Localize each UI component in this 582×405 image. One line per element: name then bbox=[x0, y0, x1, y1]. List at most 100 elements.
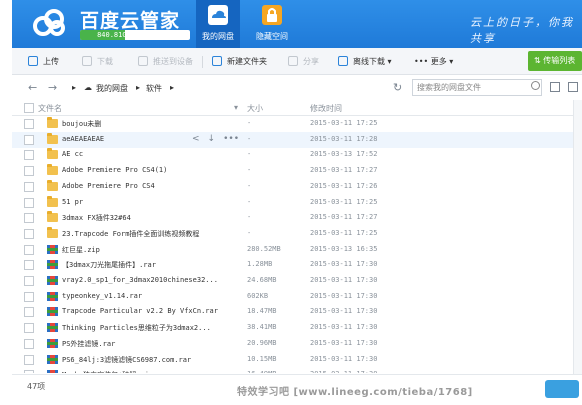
file-row[interactable]: PS6_84lj:3滤镜滤镜CS6987.com.rar 10.15MB 2015-… bbox=[12, 352, 582, 368]
row-checkbox[interactable] bbox=[24, 213, 34, 224]
refresh-icon[interactable]: ↻ bbox=[393, 81, 402, 94]
file-row[interactable]: 红巨星.zip 280.52MB 2015-03-13 16:35 bbox=[12, 242, 582, 258]
file-row[interactable]: AE cc - 2015-03-13 17:52 bbox=[12, 147, 582, 163]
share-icon[interactable]: < bbox=[192, 134, 200, 144]
file-size: 16.49MB bbox=[247, 370, 307, 373]
breadcrumb-chevron-icon: ▸ bbox=[72, 83, 77, 92]
row-checkbox[interactable] bbox=[24, 370, 34, 373]
scrollbar-track[interactable] bbox=[573, 100, 582, 374]
file-row[interactable]: aeAEAEAEAE -2015-03-11 17:28 < ↓ ••• bbox=[12, 131, 582, 148]
search-input[interactable]: 搜索我的网盘文件 bbox=[412, 79, 542, 96]
file-size: - bbox=[247, 197, 252, 206]
app-title: 百度云管家 bbox=[80, 10, 181, 32]
download-icon bbox=[82, 56, 92, 66]
new-folder-button[interactable]: 新建文件夹 bbox=[212, 54, 267, 70]
more-dots-icon[interactable]: ••• bbox=[223, 134, 239, 144]
file-name[interactable]: Thinking Particles思维粒子为3dmax2... bbox=[62, 323, 237, 333]
forward-arrow-icon[interactable]: → bbox=[48, 81, 57, 94]
file-row[interactable]: 3dmax FX插件32#64 - 2015-03-11 17:27 bbox=[12, 210, 582, 226]
row-checkbox[interactable] bbox=[24, 354, 34, 365]
offline-download-button[interactable]: 离线下载 ▾ bbox=[338, 54, 392, 70]
file-name[interactable]: boujou未删 bbox=[62, 119, 237, 129]
row-checkbox[interactable] bbox=[24, 150, 34, 161]
row-checkbox[interactable] bbox=[24, 323, 34, 334]
file-name[interactable]: typeonkey_v1.14.rar bbox=[62, 292, 237, 300]
file-name[interactable]: AE cc bbox=[62, 150, 237, 158]
file-row[interactable]: Thinking Particles思维粒子为3dmax2... 38.41MB 2… bbox=[12, 320, 582, 336]
row-checkbox[interactable] bbox=[24, 166, 34, 177]
archive-icon bbox=[47, 338, 58, 348]
column-name[interactable]: 文件名 bbox=[38, 103, 62, 114]
file-name[interactable]: vray2.0_sp1_for_3dmax2010chinese32... bbox=[62, 276, 237, 284]
file-date: 2015-03-11 17:30 bbox=[310, 338, 378, 347]
row-checkbox[interactable] bbox=[24, 276, 34, 286]
upload-button[interactable]: 上传 bbox=[28, 54, 59, 70]
file-date: 2015-03-11 17:30 bbox=[310, 307, 378, 316]
file-size: 18.47MB bbox=[247, 307, 277, 316]
row-checkbox[interactable] bbox=[24, 307, 34, 318]
tab-hidden-space[interactable]: 隐藏空间 bbox=[250, 0, 294, 48]
column-size[interactable]: 大小 bbox=[247, 103, 263, 114]
file-name[interactable]: 3dmax FX插件32#64 bbox=[62, 213, 237, 223]
quota-bar: 840.81GB/2056.00GB bbox=[80, 30, 190, 40]
tab-my-drive[interactable]: 我的网盘 bbox=[196, 0, 240, 48]
home-icon[interactable]: ☁ bbox=[84, 83, 92, 92]
breadcrumb-my-drive[interactable]: 我的网盘 bbox=[96, 83, 128, 94]
download-icon[interactable]: ↓ bbox=[208, 134, 216, 144]
file-name[interactable]: 【3dmax刀光拖尾插件】.rar bbox=[62, 260, 237, 270]
watermark-badge bbox=[545, 380, 579, 398]
row-checkbox[interactable] bbox=[24, 260, 34, 271]
more-button[interactable]: ••• 更多 ▾ bbox=[414, 54, 453, 70]
file-row[interactable]: 【3dmax刀光拖尾插件】.rar 1.28MB 2015-03-11 17:30 bbox=[12, 257, 582, 273]
row-checkbox[interactable] bbox=[24, 244, 34, 255]
file-row[interactable]: Trapcode Particular v2.2 By VfxCn.rar 18.… bbox=[12, 304, 582, 320]
file-name[interactable]: 51 pr bbox=[62, 198, 237, 206]
file-name[interactable]: Adobe Premiere Pro CS4(1) bbox=[62, 166, 237, 174]
file-row[interactable]: Adobe Premiere Pro CS4 - 2015-03-11 17:26 bbox=[12, 179, 582, 195]
column-date[interactable]: 修改时间 bbox=[310, 103, 342, 114]
file-row[interactable]: typeonkey_v1.14.rar 602KB 2015-03-11 17:30 bbox=[12, 289, 582, 305]
row-checkbox[interactable] bbox=[24, 181, 34, 192]
lock-icon bbox=[262, 5, 282, 25]
breadcrumb-software[interactable]: 软件 bbox=[146, 83, 162, 94]
file-name[interactable]: 23.Trapcode Form插件全面训练视频教程 bbox=[62, 229, 237, 239]
folder-icon bbox=[47, 226, 58, 238]
push-device-button[interactable]: 推送到设备 bbox=[138, 54, 193, 70]
list-view-icon[interactable] bbox=[550, 82, 560, 92]
more-dots-icon: ••• bbox=[414, 57, 431, 66]
file-name[interactable]: Trapcode Particular v2.2 By VfxCn.rar bbox=[62, 307, 237, 315]
select-all-checkbox[interactable] bbox=[24, 103, 34, 113]
row-checkbox[interactable] bbox=[24, 134, 34, 145]
row-checkbox[interactable] bbox=[24, 228, 34, 239]
file-name[interactable]: PS6_84lj:3滤镜滤镜CS6987.com.rar bbox=[62, 355, 237, 365]
file-size: - bbox=[247, 228, 252, 237]
row-checkbox[interactable] bbox=[24, 338, 34, 349]
chevron-down-icon: ▾ bbox=[385, 57, 392, 66]
grid-view-icon[interactable] bbox=[568, 82, 578, 92]
file-row[interactable]: boujou未删 - 2015-03-11 17:25 bbox=[12, 116, 582, 132]
sort-chevron-icon[interactable]: ▾ bbox=[234, 103, 238, 112]
new-folder-label: 新建文件夹 bbox=[227, 57, 267, 66]
file-row[interactable]: vray2.0_sp1_for_3dmax2010chinese32... 24.… bbox=[12, 273, 582, 289]
transfer-list-button[interactable]: ⇅ 传输列表 bbox=[528, 51, 582, 71]
file-name[interactable]: Mocha独立安装包+破解.zip bbox=[62, 370, 237, 373]
file-name[interactable]: Adobe Premiere Pro CS4 bbox=[62, 182, 237, 190]
file-name[interactable]: 红巨星.zip bbox=[62, 245, 237, 255]
file-row[interactable]: Mocha独立安装包+破解.zip 16.49MB2015-03-11 17:30 bbox=[12, 367, 582, 373]
search-icon[interactable] bbox=[531, 81, 540, 90]
file-row[interactable]: Adobe Premiere Pro CS4(1) - 2015-03-11 17:… bbox=[12, 163, 582, 179]
file-row[interactable]: 23.Trapcode Form插件全面训练视频教程 - 2015-03-11 17… bbox=[12, 226, 582, 242]
download-button[interactable]: 下载 bbox=[82, 54, 113, 70]
row-checkbox[interactable] bbox=[24, 291, 34, 302]
back-arrow-icon[interactable]: ← bbox=[28, 81, 37, 94]
file-name[interactable]: PS外挂滤镜.rar bbox=[62, 339, 237, 349]
share-button[interactable]: 分享 bbox=[288, 54, 319, 70]
file-row[interactable]: PS外挂滤镜.rar 20.96MB 2015-03-11 17:30 bbox=[12, 336, 582, 352]
transfer-icon: ⇅ bbox=[534, 56, 544, 65]
file-date: 2015-03-11 17:30 bbox=[310, 370, 377, 373]
tab-hidden-space-label: 隐藏空间 bbox=[256, 32, 288, 41]
row-checkbox[interactable] bbox=[24, 197, 34, 208]
folder-icon bbox=[47, 117, 58, 128]
row-checkbox[interactable] bbox=[24, 119, 34, 129]
file-row[interactable]: 51 pr - 2015-03-11 17:25 bbox=[12, 195, 582, 211]
